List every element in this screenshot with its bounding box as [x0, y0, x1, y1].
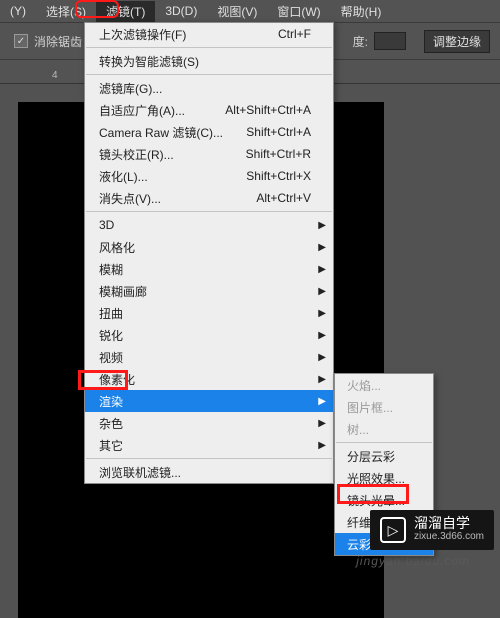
render-tree[interactable]: 树... [335, 418, 433, 440]
separator [336, 442, 432, 443]
chevron-right-icon: ▶ [318, 330, 326, 341]
separator [86, 458, 332, 459]
chevron-right-icon: ▶ [318, 264, 326, 275]
chevron-right-icon: ▶ [318, 374, 326, 385]
highlight-render-item [78, 370, 128, 390]
menu-item-help[interactable]: 帮助(H) [331, 1, 392, 22]
filter-sharpen[interactable]: 锐化▶ [85, 324, 333, 346]
menu-item-3d[interactable]: 3D(D) [155, 2, 207, 20]
chevron-right-icon: ▶ [318, 286, 326, 297]
filter-smart-convert[interactable]: 转换为智能滤镜(S) [85, 50, 333, 72]
highlight-clouds-item [337, 484, 409, 504]
separator [86, 47, 332, 48]
chevron-right-icon: ▶ [318, 396, 326, 407]
filter-video[interactable]: 视频▶ [85, 346, 333, 368]
play-icon: ▷ [380, 517, 406, 543]
chevron-right-icon: ▶ [318, 242, 326, 253]
chevron-right-icon: ▶ [318, 308, 326, 319]
watermark-title: 溜溜自学 [414, 516, 484, 530]
tolerance-label: 度: [353, 33, 368, 50]
filter-render[interactable]: 渲染▶ [85, 390, 333, 412]
render-picture-frame[interactable]: 图片框... [335, 396, 433, 418]
adjust-edges-button[interactable]: 调整边缘 [424, 30, 490, 53]
highlight-filter-menu [75, 0, 119, 18]
menu-item-y[interactable]: (Y) [0, 2, 36, 20]
chevron-right-icon: ▶ [318, 352, 326, 363]
menu-item-view[interactable]: 视图(V) [207, 1, 267, 22]
filter-browse-online[interactable]: 浏览联机滤镜... [85, 461, 333, 483]
filter-3d[interactable]: 3D▶ [85, 214, 333, 236]
filter-dropdown: 上次滤镜操作(F)Ctrl+F 转换为智能滤镜(S) 滤镜库(G)... 自适应… [84, 22, 334, 484]
watermark-sub: zixue.3d66.com [414, 530, 484, 544]
filter-liquify[interactable]: 液化(L)...Shift+Ctrl+X [85, 165, 333, 187]
filter-blur-gallery[interactable]: 模糊画廊▶ [85, 280, 333, 302]
menu-item-window[interactable]: 窗口(W) [267, 1, 330, 22]
filter-lens-correction[interactable]: 镜头校正(R)...Shift+Ctrl+R [85, 143, 333, 165]
separator [86, 211, 332, 212]
antialias-label: 消除锯齿 [34, 33, 82, 50]
filter-distort[interactable]: 扭曲▶ [85, 302, 333, 324]
render-difference-clouds[interactable]: 分层云彩 [335, 445, 433, 467]
tolerance-field[interactable] [374, 32, 406, 50]
chevron-right-icon: ▶ [318, 440, 326, 451]
faint-watermark: jingyan.baidu.com [356, 554, 470, 568]
chevron-right-icon: ▶ [318, 220, 326, 231]
filter-stylize[interactable]: 风格化▶ [85, 236, 333, 258]
filter-camera-raw[interactable]: Camera Raw 滤镜(C)...Shift+Ctrl+A [85, 121, 333, 143]
filter-adaptive-wide[interactable]: 自适应广角(A)...Alt+Shift+Ctrl+A [85, 99, 333, 121]
chevron-right-icon: ▶ [318, 418, 326, 429]
filter-last[interactable]: 上次滤镜操作(F)Ctrl+F [85, 23, 333, 45]
separator [86, 74, 332, 75]
filter-other[interactable]: 其它▶ [85, 434, 333, 456]
filter-noise[interactable]: 杂色▶ [85, 412, 333, 434]
filter-vanishing-point[interactable]: 消失点(V)...Alt+Ctrl+V [85, 187, 333, 209]
filter-blur[interactable]: 模糊▶ [85, 258, 333, 280]
antialias-checkbox[interactable]: ✓ [14, 34, 28, 48]
render-flame[interactable]: 火焰... [335, 374, 433, 396]
filter-gallery[interactable]: 滤镜库(G)... [85, 77, 333, 99]
watermark-badge: ▷ 溜溜自学 zixue.3d66.com [370, 510, 494, 550]
